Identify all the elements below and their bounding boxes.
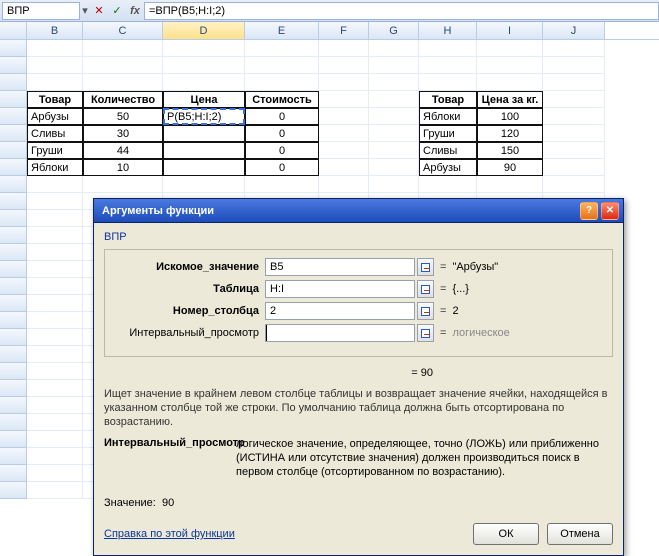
col-header[interactable]: F <box>319 22 369 39</box>
range-picker-icon[interactable] <box>417 280 434 298</box>
table-header: Товар <box>27 91 83 108</box>
ok-button[interactable]: ОК <box>473 523 539 545</box>
col-header[interactable]: J <box>543 22 605 39</box>
cancel-formula-icon[interactable]: ✕ <box>90 2 108 20</box>
table-header: Товар <box>419 91 477 108</box>
range-picker-icon[interactable] <box>417 324 434 342</box>
arg-result: 2 <box>452 305 458 317</box>
col-header[interactable]: I <box>477 22 543 39</box>
table-cell[interactable]: Груши <box>419 125 477 142</box>
table-cell[interactable] <box>163 125 245 142</box>
function-name-label: ВПР <box>104 231 613 243</box>
dialog-title: Аргументы функции <box>102 205 214 217</box>
column-headers: B C D E F G H I J <box>0 22 659 40</box>
table-cell[interactable]: 90 <box>477 159 543 176</box>
result-value: 90 <box>162 497 174 509</box>
result-label: Значение: <box>104 497 156 509</box>
table-cell[interactable]: 0 <box>245 108 319 125</box>
table-cell[interactable]: 44 <box>83 142 163 159</box>
table-cell[interactable]: Сливы <box>27 125 83 142</box>
table-header: Цена <box>163 91 245 108</box>
table-cell[interactable]: Арбузы <box>419 159 477 176</box>
table-cell[interactable]: 0 <box>245 159 319 176</box>
arg-label: Искомое_значение <box>113 261 265 273</box>
table-cell[interactable]: 0 <box>245 125 319 142</box>
table-cell[interactable]: Сливы <box>419 142 477 159</box>
arg-result: "Арбузы" <box>452 261 498 273</box>
col-header[interactable]: G <box>369 22 419 39</box>
table-cell[interactable]: Арбузы <box>27 108 83 125</box>
help-link[interactable]: Справка по этой функции <box>104 528 235 540</box>
active-cell[interactable]: Р(B5;H:I;2) <box>163 108 245 125</box>
row-header[interactable] <box>0 40 27 57</box>
col-header[interactable]: C <box>83 22 163 39</box>
arg-label: Номер_столбца <box>113 305 265 317</box>
formula-input[interactable]: =ВПР(B5;H:I;2) <box>144 2 659 20</box>
table-cell[interactable] <box>163 142 245 159</box>
arg-label: Таблица <box>113 283 265 295</box>
arg-input-lookup[interactable] <box>265 258 415 276</box>
function-description: Ищет значение в крайнем левом столбце та… <box>104 387 613 429</box>
table-header: Цена за кг. <box>477 91 543 108</box>
range-picker-icon[interactable] <box>417 258 434 276</box>
function-arguments-dialog: Аргументы функции ? ✕ ВПР Искомое_значен… <box>93 198 624 556</box>
name-box[interactable]: ВПР <box>2 2 80 20</box>
enter-formula-icon[interactable]: ✓ <box>108 2 126 20</box>
table-cell[interactable]: Яблоки <box>27 159 83 176</box>
table-header: Стоимость <box>245 91 319 108</box>
arg-input-range[interactable] <box>265 324 415 342</box>
arg-result: {...} <box>452 283 469 295</box>
cancel-button[interactable]: Отмена <box>547 523 613 545</box>
col-header[interactable]: B <box>27 22 83 39</box>
col-header[interactable]: E <box>245 22 319 39</box>
table-cell[interactable]: 30 <box>83 125 163 142</box>
table-cell[interactable]: 100 <box>477 108 543 125</box>
select-all-corner[interactable] <box>0 22 27 39</box>
arg-result: логическое <box>452 327 509 339</box>
formula-bar: ВПР ▾ ✕ ✓ fx =ВПР(B5;H:I;2) <box>0 0 659 22</box>
table-cell[interactable] <box>163 159 245 176</box>
table-cell[interactable]: Груши <box>27 142 83 159</box>
col-header[interactable]: H <box>419 22 477 39</box>
range-picker-icon[interactable] <box>417 302 434 320</box>
table-cell[interactable]: Яблоки <box>419 108 477 125</box>
table-cell[interactable]: 10 <box>83 159 163 176</box>
table-cell[interactable]: 120 <box>477 125 543 142</box>
arg-desc-label: Интервальный_просмотр <box>104 437 236 479</box>
name-box-dropdown-icon[interactable]: ▾ <box>80 4 90 17</box>
help-icon[interactable]: ? <box>580 202 598 220</box>
table-header: Количество <box>83 91 163 108</box>
preview-result: = 90 <box>104 363 613 387</box>
col-header[interactable]: D <box>163 22 245 39</box>
arg-input-table[interactable] <box>265 280 415 298</box>
arg-desc-text: логическое значение, определяющее, точно… <box>236 437 613 479</box>
arg-label: Интервальный_просмотр <box>113 327 265 339</box>
table-cell[interactable]: 50 <box>83 108 163 125</box>
close-icon[interactable]: ✕ <box>601 202 619 220</box>
table-cell[interactable]: 0 <box>245 142 319 159</box>
arg-input-colnum[interactable] <box>265 302 415 320</box>
table-cell[interactable]: 150 <box>477 142 543 159</box>
fx-icon[interactable]: fx <box>126 2 144 20</box>
dialog-titlebar[interactable]: Аргументы функции ? ✕ <box>94 199 623 223</box>
